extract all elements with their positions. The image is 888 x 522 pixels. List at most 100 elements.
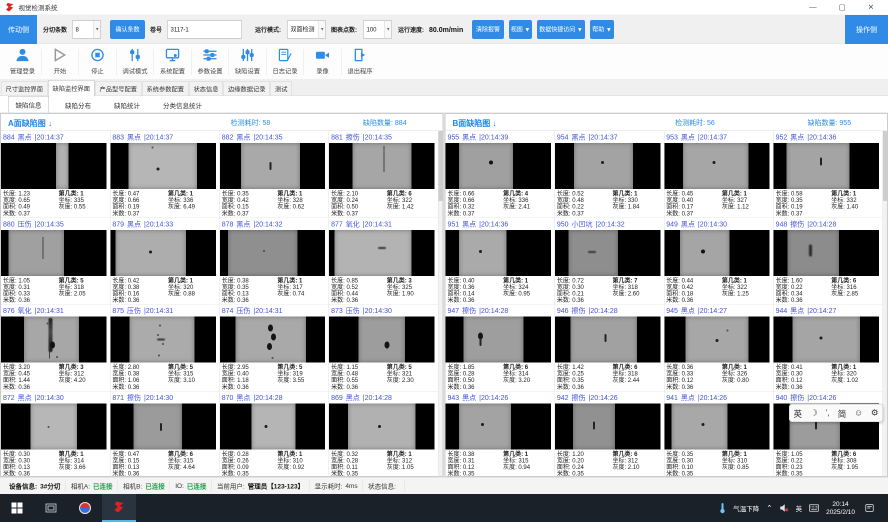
help-button[interactable]: 帮助 ▼ [590, 20, 614, 39]
defect-id: 954 [557, 133, 569, 141]
main-tab-1[interactable]: 缺陷监控界面 [48, 80, 95, 96]
defect-card[interactable]: 870 黑点 |20:14:28 长度: 0.28 宽度: 0.26 面积: 0… [220, 391, 329, 478]
defect-sliders-icon [240, 48, 255, 65]
defect-card[interactable]: 955 黑点 |20:14:39 长度: 0.66 宽度: 0.66 面积: 0… [446, 131, 555, 218]
main-tab-5[interactable]: 边缘数据记录 [224, 82, 271, 96]
ime-toolbar[interactable]: 英 ☽ ’, 简 ☺ ⚙ [789, 404, 883, 422]
tool-params-sliders[interactable]: 参数设置 [193, 46, 228, 78]
defect-card[interactable]: 872 黑点 |20:14:30 长度: 0.30 宽度: 0.30 面积: 0… [1, 391, 110, 478]
keyboard-icon[interactable] [809, 504, 819, 512]
main-tab-3[interactable]: 系统参数配置 [142, 82, 189, 96]
defect-card[interactable]: 949 黑点 |20:14:30 长度: 0.44 宽度: 0.42 面积: 0… [664, 218, 773, 305]
defect-id: 884 [3, 133, 15, 141]
clear-alarm-button[interactable]: 清除报警 [472, 20, 504, 39]
defect-grid: 955 黑点 |20:14:39 长度: 0.66 宽度: 0.66 面积: 0… [446, 131, 888, 478]
defect-card[interactable]: 953 黑点 |20:14:37 长度: 0.45 宽度: 0.40 面积: 0… [664, 131, 773, 218]
tool-log[interactable]: 日志记录 [268, 46, 303, 78]
ime-item-2[interactable]: ’, [826, 408, 830, 418]
defect-card[interactable]: 944 黑点 |20:14:27 长度: 0.41 宽度: 0.30 面积: 0… [774, 305, 883, 392]
main-tab-4[interactable]: 状态信息 [189, 82, 223, 96]
notification-icon[interactable] [865, 504, 874, 513]
maximize-button[interactable]: ▢ [839, 2, 846, 12]
defect-card-header: 876 氧化 |20:14:31 [1, 305, 110, 317]
tray-expand-icon[interactable]: ⌃ [766, 504, 772, 513]
sub-tab-1[interactable]: 缺陷分布 [58, 98, 98, 113]
task-view-button[interactable] [34, 494, 68, 522]
thermometer-icon[interactable] [718, 503, 726, 514]
defect-time: |20:14:30 [144, 393, 173, 401]
defect-card[interactable]: 880 压伤 |20:14:35 长度: 1.05 宽度: 0.31 面积: 0… [1, 218, 110, 305]
defect-type: 黑点 [346, 392, 360, 402]
chart-points-select[interactable]: 100▾ [363, 20, 392, 38]
defect-card[interactable]: 952 黑点 |20:14:36 长度: 0.58 宽度: 0.35 面积: 0… [774, 131, 883, 218]
defect-card[interactable]: 950 小凹坑 |20:14:32 长度: 0.72 宽度: 0.30 面积: … [555, 218, 664, 305]
panel-title[interactable]: B面缺陷图 ↓ [453, 116, 497, 128]
defect-card[interactable]: 871 擦伤 |20:14:30 长度: 0.47 宽度: 0.15 面积: 0… [110, 391, 219, 478]
minimize-button[interactable]: — [809, 2, 817, 12]
tool-play[interactable]: 开始 [43, 46, 78, 78]
ime-item-0[interactable]: 英 [793, 407, 802, 420]
tool-monitor[interactable]: 系统配置 [155, 46, 190, 78]
confirm-strips-button[interactable]: 确认条数 [110, 20, 145, 39]
view-button[interactable]: 视图 ▼ [509, 20, 532, 39]
sub-tab-0[interactable]: 缺陷信息 [8, 96, 49, 113]
defect-card[interactable]: 879 黑点 |20:14:33 长度: 0.42 宽度: 0.38 面积: 0… [110, 218, 219, 305]
drive-side-button[interactable]: 传动侧 [0, 15, 37, 44]
panel-scrollbar[interactable] [883, 131, 887, 476]
ime-item-5[interactable]: ⚙ [871, 408, 879, 418]
tool-defect-sliders[interactable]: 缺陷设置 [230, 46, 265, 78]
main-tab-6[interactable]: 测试 [271, 82, 293, 96]
defect-card[interactable]: 942 擦伤 |20:14:26 长度: 1.20 宽度: 0.20 面积: 0… [555, 391, 664, 478]
defect-card[interactable]: 884 黑点 |20:14:37 长度: 1.23 宽度: 0.65 面积: 0… [1, 131, 110, 218]
defect-card[interactable]: 875 压伤 |20:14:31 长度: 2.80 宽度: 0.38 面积: 1… [110, 305, 219, 392]
tool-stop[interactable]: 停止 [80, 46, 115, 78]
defect-card[interactable]: 878 黑点 |20:14:32 长度: 0.38 宽度: 0.35 面积: 0… [220, 218, 329, 305]
panel-scrollbar[interactable] [439, 131, 443, 476]
defect-card[interactable]: 883 黑点 |20:14:37 长度: 0.47 宽度: 0.66 面积: 0… [110, 131, 219, 218]
defect-card[interactable]: 877 氧化 |20:14:31 长度: 0.85 宽度: 0.52 面积: 0… [329, 218, 438, 305]
operator-side-button[interactable]: 操作侧 [845, 15, 888, 44]
main-tab-2[interactable]: 产品型号配置 [95, 82, 142, 96]
defect-card[interactable]: 943 黑点 |20:14:26 长度: 0.38 宽度: 0.31 面积: 0… [446, 391, 555, 478]
defect-card[interactable]: 954 黑点 |20:14:37 长度: 0.52 宽度: 0.48 面积: 0… [555, 131, 664, 218]
sub-tab-2[interactable]: 缺陷统计 [107, 98, 147, 113]
roll-number-input[interactable]: 3117-1 [167, 20, 242, 38]
ime-item-4[interactable]: ☺ [854, 408, 863, 418]
defect-type: 黑点 [236, 132, 250, 142]
defect-card[interactable]: 881 擦伤 |20:14:35 长度: 2.10 宽度: 0.24 面积: 0… [329, 131, 438, 218]
panel-title[interactable]: A面缺陷图 ↓ [8, 116, 52, 128]
defect-card[interactable]: 947 擦伤 |20:14:28 长度: 1.85 宽度: 0.28 面积: 0… [446, 305, 555, 392]
strip-count-select[interactable]: 8▾ [72, 20, 101, 38]
sub-tab-3[interactable]: 分类信息统计 [156, 98, 209, 113]
ime-item-1[interactable]: ☽ [810, 408, 818, 418]
tool-exit[interactable]: 退出程序 [343, 46, 378, 78]
defect-card[interactable]: 945 黑点 |20:14:27 长度: 0.36 宽度: 0.33 面积: 0… [664, 305, 773, 392]
defect-card[interactable]: 948 擦伤 |20:14:28 长度: 1.60 宽度: 0.22 面积: 0… [774, 218, 883, 305]
defect-id: 953 [666, 133, 678, 141]
defect-card[interactable]: 941 黑点 |20:14:26 长度: 0.35 宽度: 0.30 面积: 0… [664, 391, 773, 478]
defect-card[interactable]: 874 压伤 |20:14:31 长度: 2.95 宽度: 0.40 面积: 1… [220, 305, 329, 392]
tool-user[interactable]: 管理登录 [5, 46, 40, 78]
defect-card[interactable]: 951 黑点 |20:14:36 长度: 0.40 宽度: 0.36 面积: 0… [446, 218, 555, 305]
taskbar-app-icon[interactable] [68, 494, 102, 522]
ime-language-indicator[interactable]: 英 [796, 503, 803, 513]
ime-item-3[interactable]: 简 [838, 407, 847, 420]
tool-debug-sliders[interactable]: 调试模式 [118, 46, 153, 78]
defect-card[interactable]: 869 黑点 |20:14:28 长度: 0.32 宽度: 0.28 面积: 0… [329, 391, 438, 478]
defect-card[interactable]: 873 压伤 |20:14:30 长度: 1.15 宽度: 0.48 面积: 0… [329, 305, 438, 392]
defect-card[interactable]: 882 黑点 |20:14:35 长度: 0.35 宽度: 0.42 面积: 0… [220, 131, 329, 218]
tool-camera[interactable]: 录像 [305, 46, 340, 78]
start-button[interactable] [0, 494, 34, 522]
main-tab-0[interactable]: 尺寸监控界面 [1, 82, 48, 96]
defect-info: 长度: 0.30 宽度: 0.30 面积: 0.13 米数: 0.36 第几类:… [1, 449, 110, 477]
defect-card[interactable]: 946 擦伤 |20:14:28 长度: 1.42 宽度: 0.25 面积: 0… [555, 305, 664, 392]
weather-text[interactable]: 气温下降 [733, 503, 759, 513]
run-mode-select[interactable]: 双面检测▾ [287, 20, 326, 38]
chevron-down-icon: ▾ [384, 21, 391, 38]
speaker-icon[interactable] [780, 504, 789, 513]
quick-access-button[interactable]: 数据快捷访问 ▼ [537, 20, 585, 39]
taskbar-clock[interactable]: 20:14 2025/2/10 [826, 500, 855, 516]
close-button[interactable]: ✕ [868, 2, 874, 12]
taskbar-active-app-icon[interactable] [102, 494, 136, 522]
defect-card[interactable]: 876 氧化 |20:14:31 长度: 3.20 宽度: 0.45 面积: 1… [1, 305, 110, 392]
